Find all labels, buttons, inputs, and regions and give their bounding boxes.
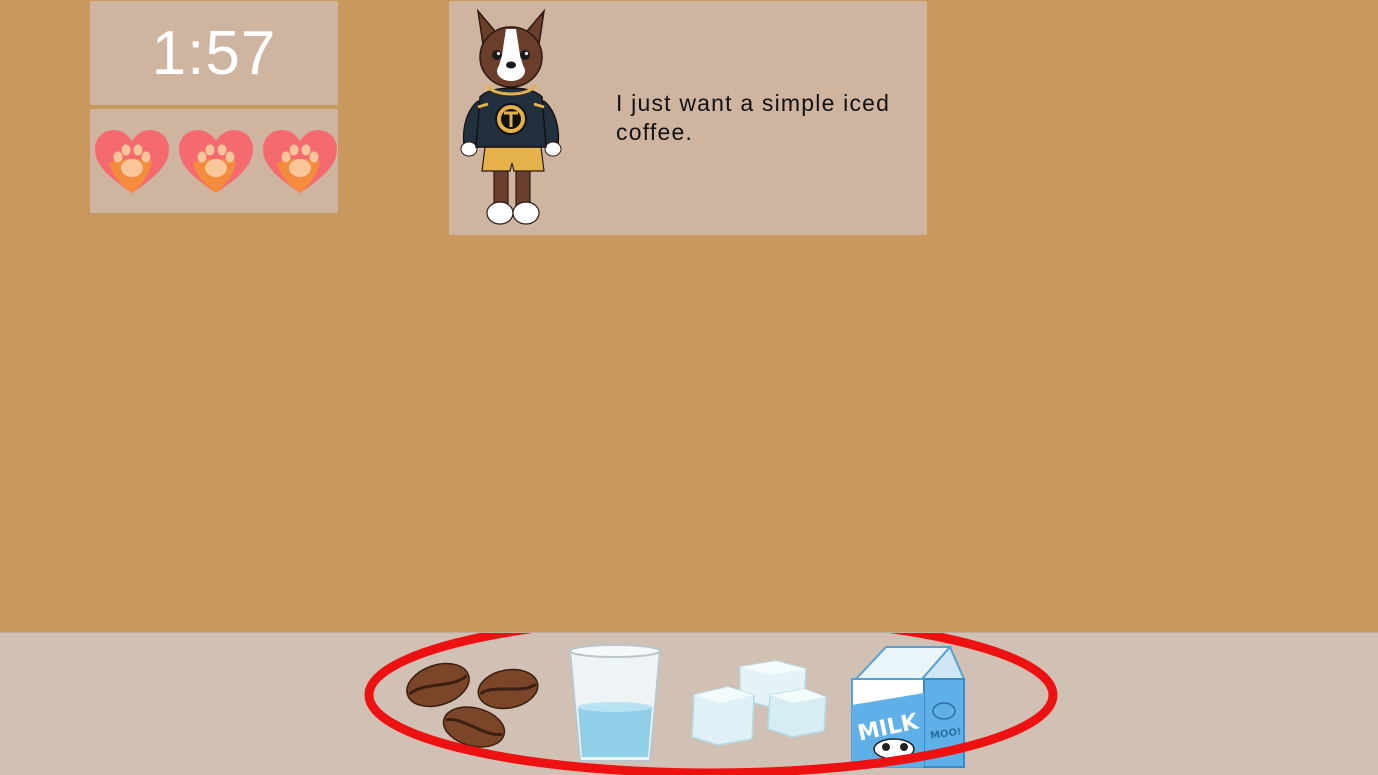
water-glass-icon[interactable] bbox=[564, 641, 666, 767]
paw-heart-icon bbox=[179, 130, 253, 193]
customer-order-panel: I just want a simple iced coffee. bbox=[449, 1, 927, 235]
coffee-beans-icon[interactable] bbox=[400, 659, 546, 751]
paw-heart-icon bbox=[263, 130, 337, 193]
timer-text: 1:57 bbox=[151, 18, 277, 88]
milk-carton-icon[interactable]: MILK MOO! bbox=[846, 643, 968, 769]
customer-speech-text: I just want a simple iced coffee. bbox=[616, 90, 891, 145]
boston-terrier-customer-icon bbox=[460, 8, 562, 225]
paw-heart-icon bbox=[95, 130, 169, 193]
ice-cubes-icon[interactable] bbox=[688, 655, 830, 751]
ingredient-tray: MILK MOO! bbox=[0, 632, 1378, 775]
timer-panel: 1:57 bbox=[90, 1, 338, 105]
lives-panel bbox=[90, 109, 338, 213]
